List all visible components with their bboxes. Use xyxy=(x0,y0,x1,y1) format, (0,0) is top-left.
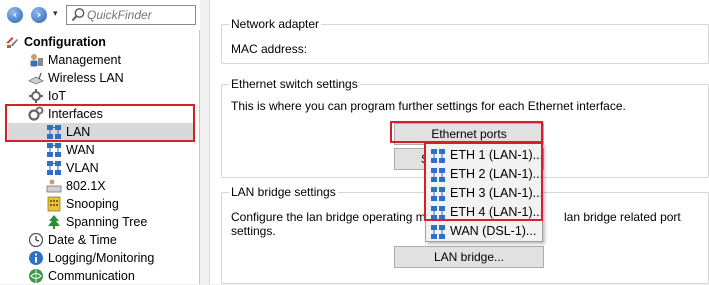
spanning-tree-icon xyxy=(48,215,60,229)
lan-bridge-description-line1: Configure the lan bridge operating mode … xyxy=(231,210,456,224)
tree-item-label: 802.1X xyxy=(66,179,106,193)
configuration-icon xyxy=(6,37,18,48)
menu-item-label: WAN (DSL-1)... xyxy=(450,224,537,238)
back-arrow-icon[interactable]: ‹ xyxy=(7,7,23,23)
tree-item-label: Logging/Monitoring xyxy=(48,251,155,265)
quickfinder-input[interactable] xyxy=(87,7,193,23)
tree-item-label: Communication xyxy=(48,269,135,283)
network-adapter-title: Network adapter xyxy=(229,17,322,31)
lan-bridge-description-line1-end: lan bridge related port xyxy=(564,210,681,224)
tree-item-label: Snooping xyxy=(66,197,119,211)
forward-arrow-icon[interactable]: › xyxy=(31,7,47,23)
lan-bridge-settings-title: LAN bridge settings xyxy=(229,185,338,199)
network-adapter-group: Network adapter MAC address: xyxy=(221,17,709,64)
iot-icon xyxy=(29,89,43,103)
tree-item-label: WAN xyxy=(66,143,95,157)
network-icon xyxy=(431,225,445,239)
snooping-icon xyxy=(47,196,61,212)
ethernet-switch-settings-title: Ethernet switch settings xyxy=(229,77,360,91)
tree-item-label: VLAN xyxy=(66,161,99,175)
ethernet-switch-description: This is where you can program further se… xyxy=(231,99,626,113)
clock-icon xyxy=(28,232,44,248)
info-icon xyxy=(29,251,43,265)
management-icon xyxy=(30,54,43,67)
navigation-toolbar: ‹ › ▾ xyxy=(0,0,200,30)
interfaces-lan-highlight-frame xyxy=(5,104,195,142)
history-dropdown-icon[interactable]: ▾ xyxy=(53,9,58,19)
navigation-pane: ‹ › ▾ Configuration xyxy=(0,0,200,284)
tree-item-label: Wireless LAN xyxy=(48,71,124,85)
lan-bridge-description-line2: settings. xyxy=(231,224,276,238)
ethernet-ports-highlight-frame xyxy=(390,121,543,143)
tree-item-label: Configuration xyxy=(24,35,106,49)
wan-icon xyxy=(47,143,61,157)
8021x-icon xyxy=(46,179,62,193)
tree-item-label: Spanning Tree xyxy=(66,215,148,229)
search-icon xyxy=(71,8,85,22)
tree-item-label: IoT xyxy=(48,89,67,103)
wlan-icon xyxy=(28,72,44,85)
communication-icon xyxy=(29,269,43,283)
tree-item-label: Management xyxy=(48,53,121,67)
menu-item-wan[interactable]: WAN (DSL-1)... xyxy=(426,222,542,241)
quickfinder-box[interactable] xyxy=(66,5,196,25)
vlan-icon xyxy=(47,161,61,175)
tree-item-label: Date & Time xyxy=(48,233,117,247)
mac-address-label: MAC address: xyxy=(231,42,308,56)
lan-bridge-button[interactable]: LAN bridge... xyxy=(394,246,544,268)
eth-ports-highlight-frame xyxy=(424,142,543,221)
